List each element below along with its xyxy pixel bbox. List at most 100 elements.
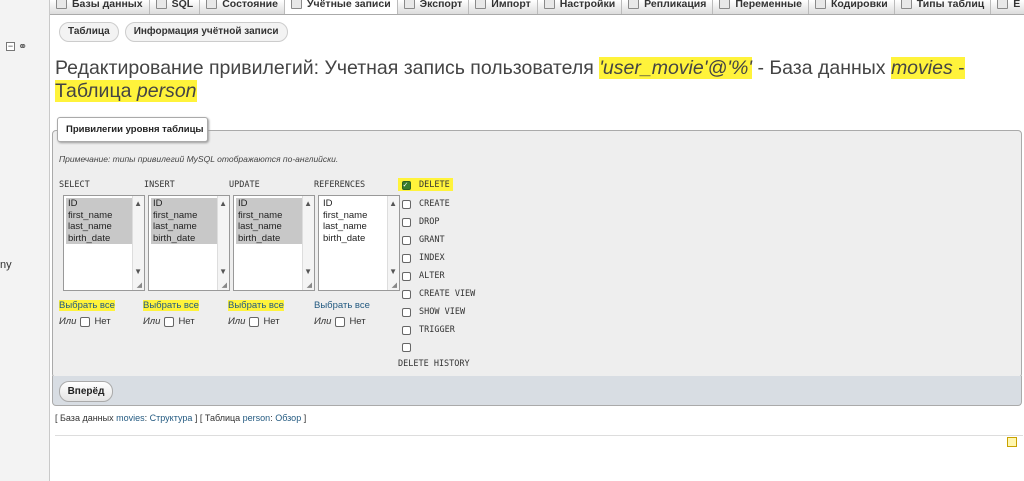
list-item[interactable]: ID (236, 198, 304, 210)
tab-user-accounts[interactable]: Учётные записи (284, 0, 398, 14)
select-columns-listbox[interactable]: ID first_name last_name birth_date ▲ ▼ ◢ (63, 195, 145, 291)
select-all-insert-link[interactable]: Выбрать все (143, 300, 199, 311)
select-all-update-link[interactable]: Выбрать все (228, 300, 284, 311)
scroll-up-icon[interactable]: ▲ (304, 199, 312, 208)
table-link[interactable]: person (243, 413, 271, 423)
privilege-show-view[interactable]: SHOW VIEW (402, 307, 465, 317)
select-column-header: SELECT (59, 180, 90, 190)
subtab-account-info[interactable]: Информация учётной записи (124, 22, 288, 42)
settings-icon (543, 0, 555, 9)
privilege-alter[interactable]: ALTER (402, 271, 445, 281)
tab-engines[interactable]: Типы таблиц (895, 0, 992, 14)
tab-sql[interactable]: SQL (150, 0, 201, 14)
collapse-all-icon[interactable]: − (6, 42, 15, 51)
insert-columns-listbox[interactable]: ID first_name last_name birth_date ▲ ▼ ◢ (148, 195, 230, 291)
delete-checkbox[interactable] (402, 180, 411, 190)
scroll-down-icon[interactable]: ▼ (304, 267, 312, 276)
list-item[interactable]: ID (321, 198, 389, 210)
database-link[interactable]: movies (116, 413, 145, 423)
form-footer (52, 376, 1022, 406)
subtab-table[interactable]: Таблица (59, 22, 119, 42)
resize-grip-icon[interactable]: ◢ (392, 281, 397, 289)
list-item[interactable]: ID (151, 198, 219, 210)
scroll-down-icon[interactable]: ▼ (219, 267, 227, 276)
import-icon (475, 0, 487, 9)
list-item[interactable]: last_name (151, 221, 219, 233)
create-view-checkbox[interactable] (402, 289, 411, 299)
privilege-trigger[interactable]: TRIGGER (402, 325, 455, 335)
alter-checkbox[interactable] (402, 271, 411, 281)
index-checkbox[interactable] (402, 253, 411, 263)
scroll-down-icon[interactable]: ▼ (389, 267, 397, 276)
tab-status[interactable]: Состояние (200, 0, 285, 14)
list-item[interactable]: first_name (321, 210, 389, 222)
list-item[interactable]: last_name (66, 221, 134, 233)
tab-more[interactable]: Е (991, 0, 1024, 14)
tab-replication[interactable]: Репликация (622, 0, 714, 14)
list-item[interactable]: first_name (151, 209, 219, 221)
tab-export[interactable]: Экспорт (398, 0, 470, 14)
privilege-drop[interactable]: DROP (402, 217, 439, 227)
insert-none-checkbox[interactable] (164, 316, 175, 327)
list-item[interactable]: birth_date (66, 232, 134, 244)
privileges-note: Примечание: типы привилегий MySQL отобра… (59, 154, 339, 164)
scroll-up-icon[interactable]: ▲ (134, 199, 142, 208)
tab-settings[interactable]: Настройки (538, 0, 623, 14)
scroll-down-icon[interactable]: ▼ (134, 267, 142, 276)
references-none-checkbox[interactable] (335, 316, 346, 327)
privilege-delete[interactable]: DELETE (402, 180, 450, 190)
list-item[interactable]: first_name (66, 209, 134, 221)
update-column-header: UPDATE (229, 180, 260, 190)
browse-link[interactable]: Обзор (275, 413, 301, 423)
insert-none-row: Или Нет (143, 316, 195, 327)
privilege-create[interactable]: CREATE (402, 199, 450, 209)
tab-variables[interactable]: Переменные (713, 0, 809, 14)
list-item[interactable]: birth_date (236, 232, 304, 244)
link-with-main-icon[interactable]: ⚭ (18, 40, 27, 53)
list-item[interactable]: last_name (236, 221, 304, 233)
list-item[interactable]: ID (66, 198, 134, 210)
resize-grip-icon[interactable]: ◢ (137, 281, 142, 289)
update-none-row: Или Нет (228, 316, 280, 327)
scroll-up-icon[interactable]: ▲ (389, 199, 397, 208)
resize-grip-icon[interactable]: ◢ (307, 281, 312, 289)
table-name: person (136, 80, 197, 102)
privilege-grant[interactable]: GRANT (402, 235, 445, 245)
list-item[interactable]: birth_date (321, 233, 389, 245)
sql-icon (155, 0, 167, 9)
drop-checkbox[interactable] (402, 217, 411, 227)
database-name: movies (890, 57, 953, 79)
list-item[interactable]: last_name (321, 221, 389, 233)
select-none-checkbox[interactable] (80, 316, 91, 327)
export-icon (403, 0, 415, 9)
privilege-index[interactable]: INDEX (402, 253, 445, 263)
scroll-up-icon[interactable]: ▲ (219, 199, 227, 208)
navigation-panel: − ⚭ ny (0, 0, 50, 481)
grant-checkbox[interactable] (402, 235, 411, 245)
user-accounts-icon (290, 0, 302, 9)
top-menu-tabs: Базы данных SQL Состояние Учётные записи… (50, 0, 1024, 15)
select-all-references-link[interactable]: Выбрать все (314, 300, 370, 311)
list-item[interactable]: first_name (236, 209, 304, 221)
create-checkbox[interactable] (402, 199, 411, 209)
show-view-checkbox[interactable] (402, 307, 411, 317)
delete-history-checkbox[interactable] (402, 343, 411, 352)
resize-grip-icon[interactable]: ◢ (222, 281, 227, 289)
update-none-checkbox[interactable] (249, 316, 260, 327)
tab-databases[interactable]: Базы данных (50, 0, 150, 14)
privilege-create-view[interactable]: CREATE VIEW (402, 289, 475, 299)
structure-link[interactable]: Структура (150, 413, 193, 423)
divider (55, 435, 1023, 436)
references-column-header: REFERENCES (314, 180, 366, 190)
go-button[interactable]: Вперёд (59, 381, 113, 402)
trigger-checkbox[interactable] (402, 325, 411, 335)
privilege-delete-history[interactable] (402, 343, 419, 352)
tab-import[interactable]: Импорт (469, 0, 538, 14)
references-columns-listbox[interactable]: ID first_name last_name birth_date ▲ ▼ ◢ (318, 195, 400, 291)
list-item[interactable]: birth_date (151, 232, 219, 244)
tab-charsets[interactable]: Кодировки (809, 0, 895, 14)
update-columns-listbox[interactable]: ID first_name last_name birth_date ▲ ▼ ◢ (233, 195, 315, 291)
console-icon[interactable] (1007, 437, 1017, 447)
more-icon (997, 0, 1009, 9)
select-all-select-link[interactable]: Выбрать все (59, 300, 115, 311)
